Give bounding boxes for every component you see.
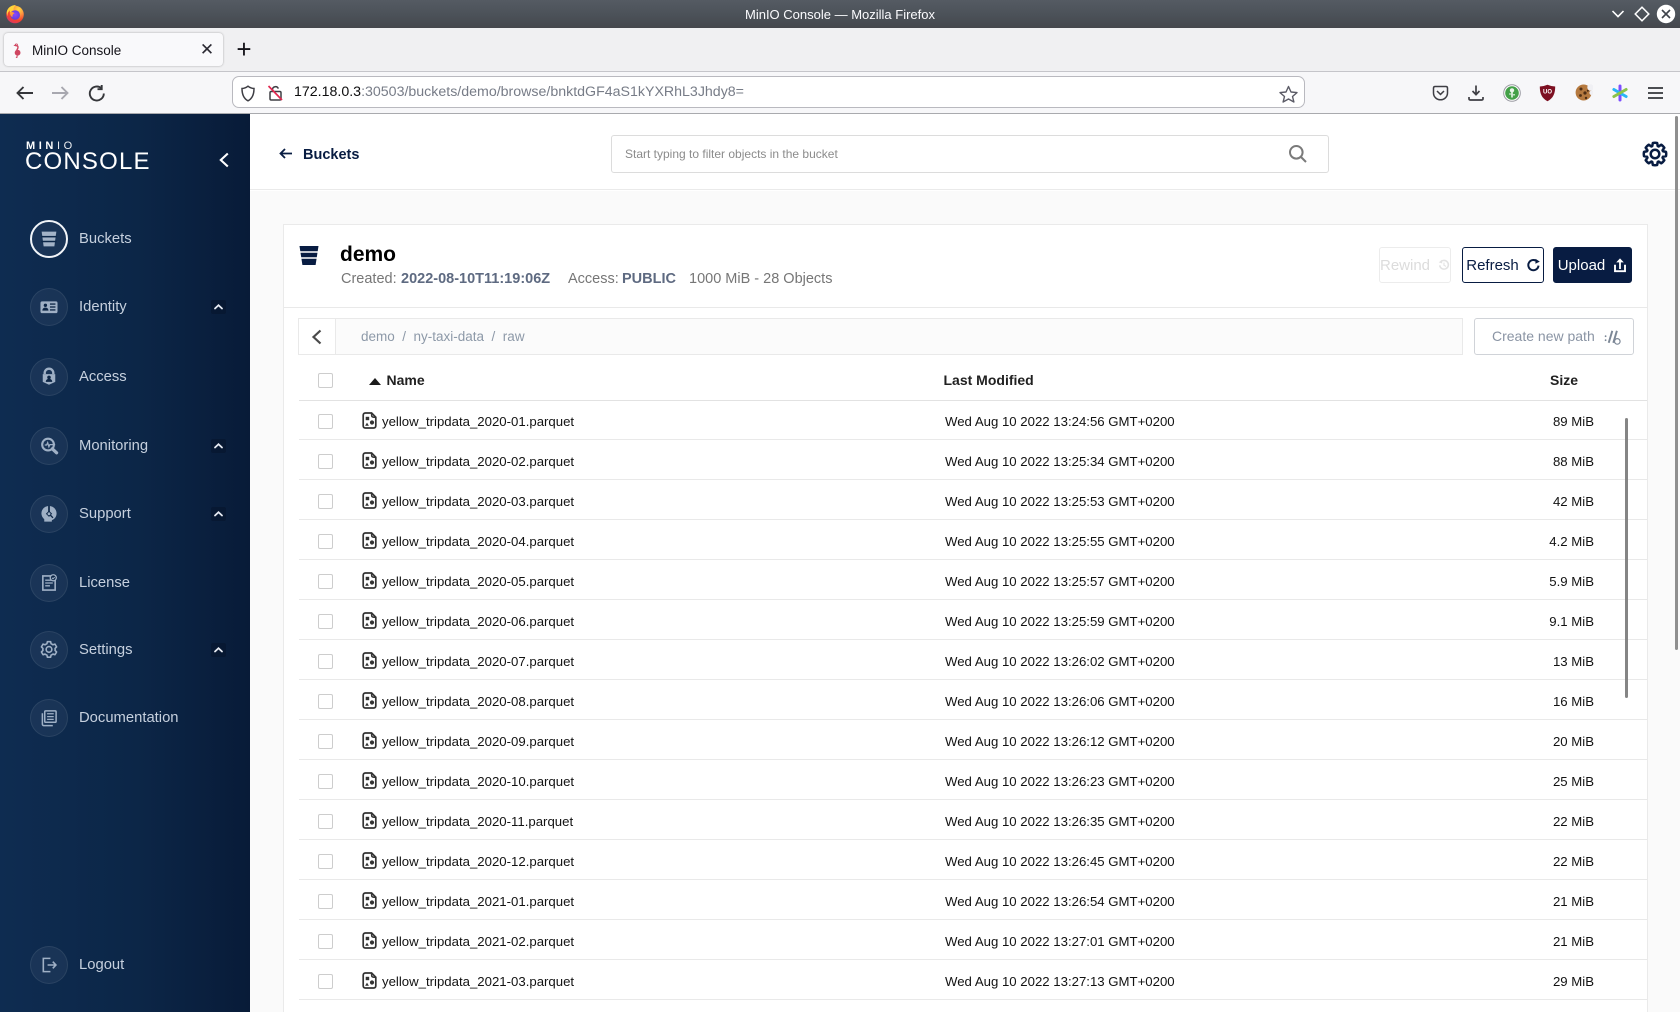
svg-text:UO: UO (1543, 90, 1552, 96)
